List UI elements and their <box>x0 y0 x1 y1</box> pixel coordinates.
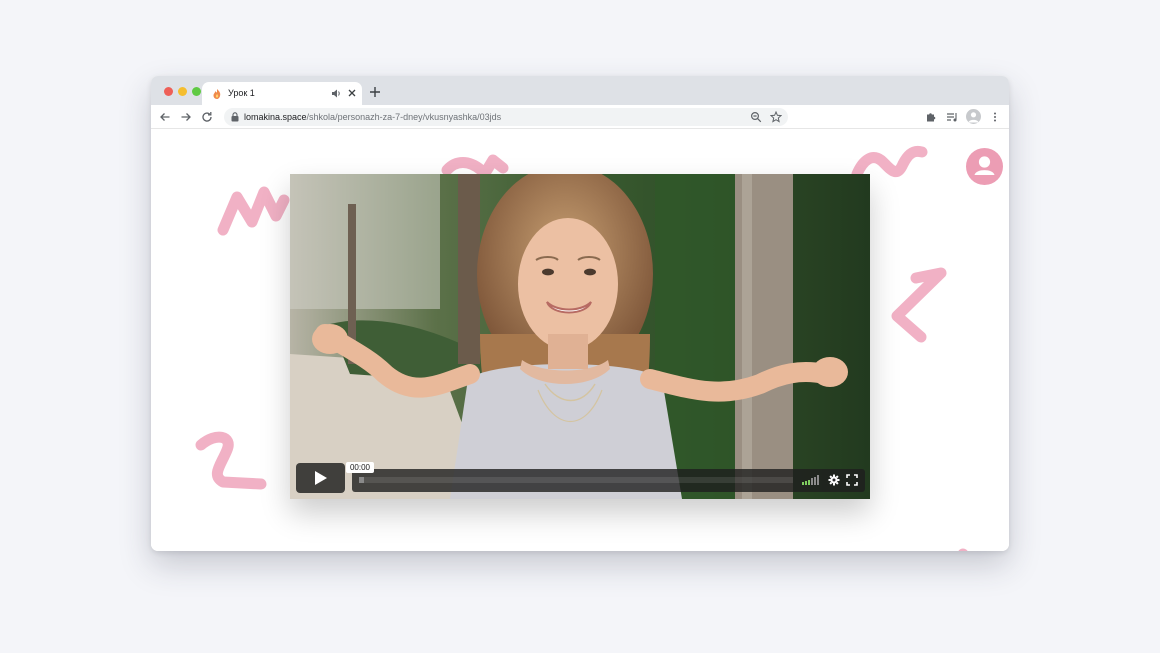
user-avatar-icon[interactable] <box>966 148 1003 185</box>
tab-title: Урок 1 <box>228 88 255 98</box>
current-time: 00:00 <box>346 462 374 473</box>
url-text[interactable]: lomakina.space/shkola/personazh-za-7-dne… <box>244 112 501 122</box>
media-queue-icon[interactable] <box>946 111 958 123</box>
volume-icon[interactable] <box>802 475 820 485</box>
star-icon[interactable] <box>770 111 782 123</box>
window-close-button[interactable] <box>164 87 173 96</box>
flame-favicon-icon <box>213 89 221 99</box>
fullscreen-icon[interactable] <box>846 474 858 486</box>
url-host: lomakina.space <box>244 112 307 122</box>
settings-icon[interactable] <box>828 474 840 486</box>
tab-active[interactable]: Урок 1 <box>202 82 362 105</box>
video-player[interactable]: 00:00 <box>290 174 870 499</box>
video-frame[interactable] <box>290 174 870 499</box>
tab-strip: Урок 1 <box>151 76 1009 105</box>
url-path: /shkola/personazh-za-7-dney/vkusnyashka/… <box>306 112 502 122</box>
puzzle-icon[interactable] <box>925 111 937 123</box>
close-icon[interactable] <box>346 87 358 99</box>
forward-arrow-icon[interactable] <box>180 111 192 123</box>
progress-fill <box>359 477 365 483</box>
browser-window: Урок 1 lomakina.space/shkola/personazh-z… <box>151 76 1009 551</box>
profile-avatar-icon[interactable] <box>966 109 981 124</box>
play-button[interactable] <box>296 463 345 493</box>
speaker-icon[interactable] <box>331 88 342 99</box>
reload-icon[interactable] <box>201 111 213 123</box>
window-minimize-button[interactable] <box>178 87 187 96</box>
kebab-menu-icon[interactable] <box>989 111 1001 123</box>
zoom-icon[interactable] <box>750 111 762 123</box>
play-icon <box>315 471 327 485</box>
page-content: 00:00 <box>151 130 1009 551</box>
address-bar[interactable]: lomakina.space/shkola/personazh-za-7-dne… <box>224 108 788 126</box>
player-controls-bar <box>352 469 865 492</box>
lock-icon[interactable] <box>231 112 239 122</box>
back-arrow-icon[interactable] <box>159 111 171 123</box>
progress-bar[interactable] <box>359 477 793 483</box>
browser-toolbar: lomakina.space/shkola/personazh-za-7-dne… <box>151 105 1009 129</box>
window-maximize-button[interactable] <box>192 87 201 96</box>
plus-icon[interactable] <box>369 86 381 98</box>
